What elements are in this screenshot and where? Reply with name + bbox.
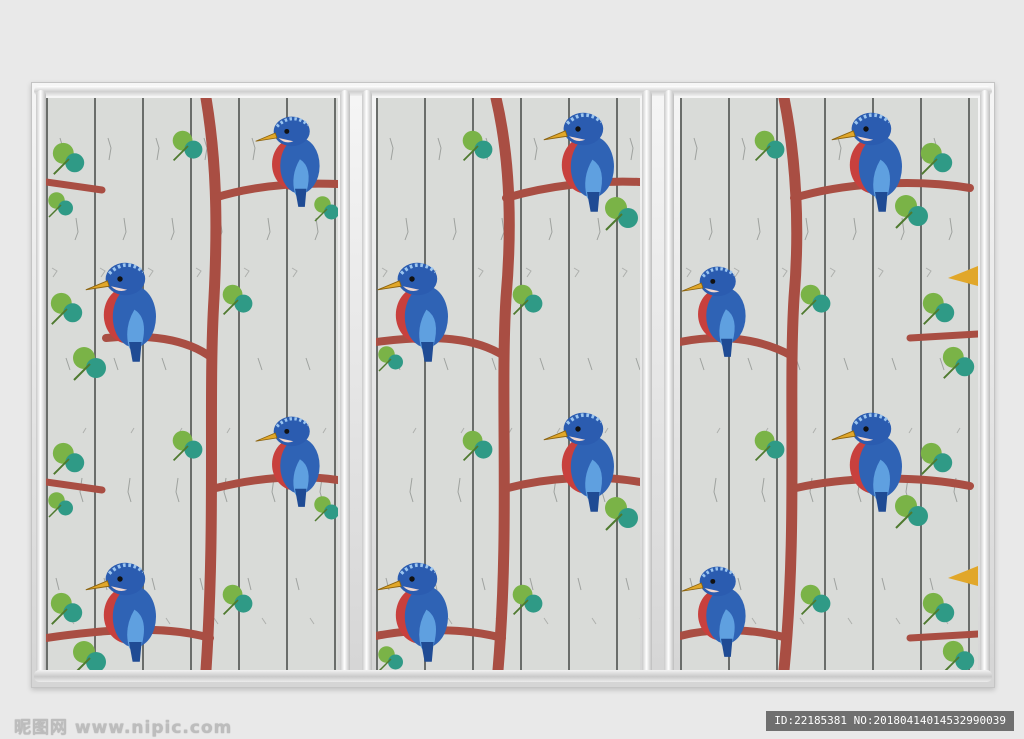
watermark-logo[interactable]: 昵图网 www.nipic.com [14, 713, 232, 738]
inner-column-trim [642, 90, 652, 680]
top-rail [34, 86, 992, 96]
right-column-trim [980, 90, 990, 680]
left-column-trim [36, 90, 46, 680]
image-id-badge: ID:22185381 NO:20180414014532990039 [766, 711, 1014, 731]
left-panel [46, 98, 338, 670]
footer-bar: 昵图网 www.nipic.com ID:22185381 NO:2018041… [0, 705, 1024, 739]
middle-panel [376, 98, 640, 670]
inner-column-trim [362, 90, 372, 680]
left-panel-art [46, 98, 338, 670]
right-panel-art [680, 98, 978, 670]
inner-column-trim [340, 90, 350, 680]
middle-panel-art [376, 98, 640, 670]
right-panel [680, 98, 978, 670]
bottom-rail [34, 670, 992, 682]
inner-column-trim [664, 90, 674, 680]
